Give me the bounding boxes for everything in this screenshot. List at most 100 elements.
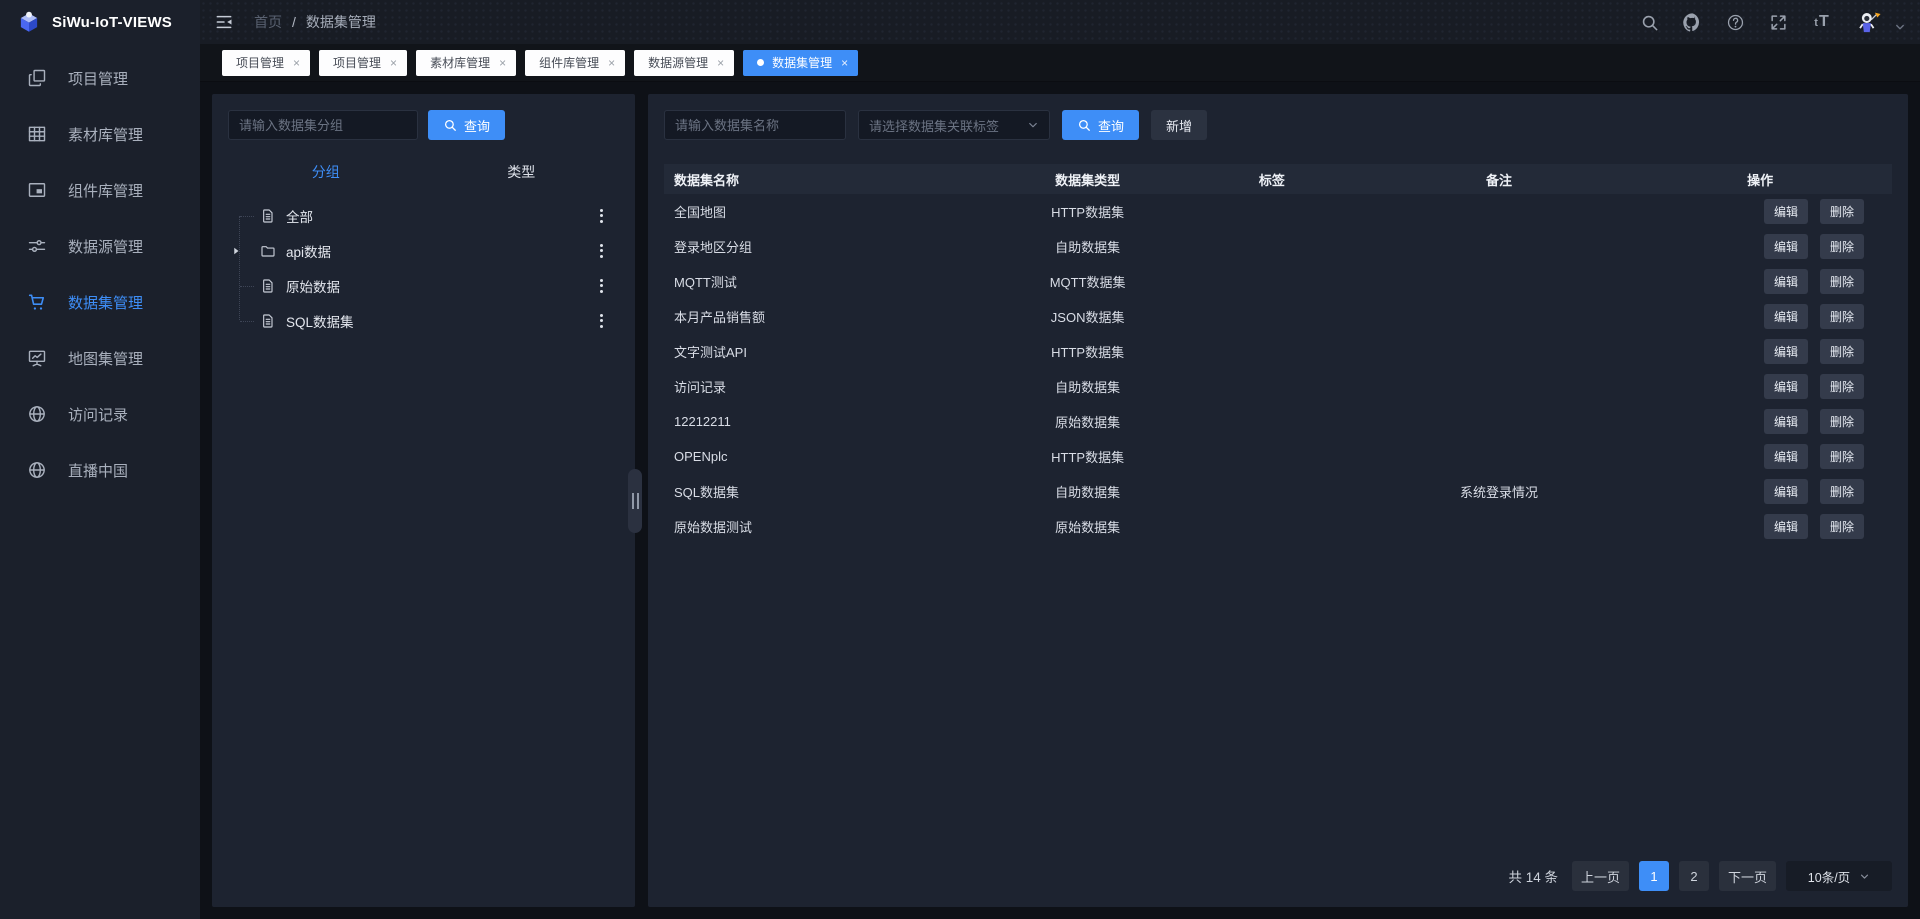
tree-node-raw-data[interactable]: 原始数据 bbox=[228, 268, 619, 303]
page-button-2[interactable]: 2 bbox=[1679, 861, 1709, 891]
delete-button[interactable]: 删除 bbox=[1820, 444, 1864, 469]
close-icon[interactable]: × bbox=[499, 57, 506, 69]
sidebar-item-assets[interactable]: 素材库管理 bbox=[0, 106, 200, 162]
dataset-type: 自助数据集 bbox=[983, 377, 1192, 396]
tree-tab-type[interactable]: 类型 bbox=[424, 162, 620, 182]
delete-button[interactable]: 删除 bbox=[1820, 199, 1864, 224]
help-icon[interactable] bbox=[1726, 13, 1745, 32]
close-icon[interactable]: × bbox=[390, 57, 397, 69]
close-icon[interactable]: × bbox=[717, 57, 724, 69]
tab-datasets[interactable]: 数据集管理 × bbox=[743, 50, 858, 76]
collapse-sidebar-icon[interactable] bbox=[214, 12, 234, 32]
caret-right-icon[interactable] bbox=[230, 245, 242, 257]
tree-node-all[interactable]: 全部 bbox=[228, 198, 619, 233]
search-icon[interactable] bbox=[1640, 13, 1659, 32]
close-icon[interactable]: × bbox=[841, 57, 848, 69]
dataset-search-input[interactable] bbox=[664, 110, 846, 140]
prev-page-button[interactable]: 上一页 bbox=[1572, 861, 1629, 891]
more-vertical-icon[interactable] bbox=[596, 240, 607, 262]
tab-project-2[interactable]: 项目管理 × bbox=[319, 50, 407, 76]
app-logo: SiWu-IoT-VIEWS bbox=[0, 0, 200, 44]
github-icon[interactable] bbox=[1683, 13, 1702, 32]
dataset-name: 本月产品销售额 bbox=[664, 307, 983, 326]
table-row: MQTT测试 MQTT数据集 编辑 删除 bbox=[664, 264, 1892, 299]
tab-project-1[interactable]: 项目管理 × bbox=[222, 50, 310, 76]
tree-tab-group[interactable]: 分组 bbox=[228, 162, 424, 182]
edit-button[interactable]: 编辑 bbox=[1764, 234, 1808, 259]
more-vertical-icon[interactable] bbox=[596, 275, 607, 297]
tab-bar: 项目管理 × 项目管理 × 素材库管理 × 组件库管理 × 数据源管理 × 数据… bbox=[200, 44, 1920, 82]
copy-icon bbox=[27, 68, 47, 88]
tree-node-sql-dataset[interactable]: SQL数据集 bbox=[228, 303, 619, 338]
delete-button[interactable]: 删除 bbox=[1820, 374, 1864, 399]
edit-button[interactable]: 编辑 bbox=[1764, 304, 1808, 329]
table-row: OPENplc HTTP数据集 编辑 删除 bbox=[664, 439, 1892, 474]
sidebar-item-label: 直播中国 bbox=[68, 460, 128, 481]
add-dataset-button[interactable]: 新增 bbox=[1151, 110, 1207, 140]
edit-button[interactable]: 编辑 bbox=[1764, 339, 1808, 364]
search-icon bbox=[1077, 118, 1091, 132]
close-icon[interactable]: × bbox=[293, 57, 300, 69]
edit-button[interactable]: 编辑 bbox=[1764, 479, 1808, 504]
row-actions: 编辑 删除 bbox=[1646, 444, 1892, 469]
more-vertical-icon[interactable] bbox=[596, 310, 607, 332]
sidebar-item-components[interactable]: 组件库管理 bbox=[0, 162, 200, 218]
tree-node-label: SQL数据集 bbox=[286, 311, 354, 331]
delete-button[interactable]: 删除 bbox=[1820, 234, 1864, 259]
group-search-button[interactable]: 查询 bbox=[428, 110, 505, 140]
sidebar-item-datasources[interactable]: 数据源管理 bbox=[0, 218, 200, 274]
user-avatar[interactable] bbox=[1855, 9, 1882, 36]
edit-button[interactable]: 编辑 bbox=[1764, 199, 1808, 224]
sidebar-item-datasets[interactable]: 数据集管理 bbox=[0, 274, 200, 330]
delete-button[interactable]: 删除 bbox=[1820, 514, 1864, 539]
edit-button[interactable]: 编辑 bbox=[1764, 374, 1808, 399]
table-row: 原始数据测试 原始数据集 编辑 删除 bbox=[664, 509, 1892, 544]
tab-components[interactable]: 组件库管理 × bbox=[525, 50, 625, 76]
delete-button[interactable]: 删除 bbox=[1820, 479, 1864, 504]
tab-label: 组件库管理 bbox=[539, 54, 599, 71]
tab-datasources[interactable]: 数据源管理 × bbox=[634, 50, 734, 76]
sidebar-item-live-china[interactable]: 直播中国 bbox=[0, 442, 200, 498]
breadcrumb-home[interactable]: 首页 bbox=[254, 12, 282, 32]
group-search-input[interactable] bbox=[228, 110, 418, 140]
sidebar-item-label: 素材库管理 bbox=[68, 124, 143, 145]
row-actions: 编辑 删除 bbox=[1646, 199, 1892, 224]
tree-node-api-data[interactable]: api数据 bbox=[228, 233, 619, 268]
tab-assets[interactable]: 素材库管理 × bbox=[416, 50, 516, 76]
table-header: 数据集名称数据集类型标签备注操作 bbox=[664, 164, 1892, 194]
dataset-name: 原始数据测试 bbox=[664, 517, 983, 536]
edit-button[interactable]: 编辑 bbox=[1764, 444, 1808, 469]
page-button-1[interactable]: 1 bbox=[1639, 861, 1669, 891]
edit-button[interactable]: 编辑 bbox=[1764, 514, 1808, 539]
next-page-button[interactable]: 下一页 bbox=[1719, 861, 1776, 891]
dataset-table: 数据集名称数据集类型标签备注操作 全国地图 HTTP数据集 编辑 删除 登录地区… bbox=[664, 164, 1892, 544]
edit-button[interactable]: 编辑 bbox=[1764, 269, 1808, 294]
edit-button[interactable]: 编辑 bbox=[1764, 409, 1808, 434]
delete-button[interactable]: 删除 bbox=[1820, 409, 1864, 434]
close-icon[interactable]: × bbox=[608, 57, 615, 69]
chevron-down-icon bbox=[1027, 119, 1039, 131]
pagination-total: 共 14 条 bbox=[1508, 866, 1558, 886]
row-actions: 编辑 删除 bbox=[1646, 269, 1892, 294]
page-size-select[interactable]: 10条/页 bbox=[1786, 861, 1892, 891]
font-size-icon[interactable]: tT bbox=[1812, 13, 1831, 32]
fullscreen-icon[interactable] bbox=[1769, 13, 1788, 32]
tag-select[interactable]: 请选择数据集关联标签 bbox=[858, 110, 1050, 140]
dataset-name: 文字测试API bbox=[664, 342, 983, 361]
table-row: 文字测试API HTTP数据集 编辑 删除 bbox=[664, 334, 1892, 369]
sidebar-item-label: 组件库管理 bbox=[68, 180, 143, 201]
folder-icon bbox=[260, 243, 276, 259]
chevron-down-icon[interactable] bbox=[1894, 21, 1906, 33]
sidebar-item-access-log[interactable]: 访问记录 bbox=[0, 386, 200, 442]
dataset-search-button[interactable]: 查询 bbox=[1062, 110, 1139, 140]
delete-button[interactable]: 删除 bbox=[1820, 269, 1864, 294]
more-vertical-icon[interactable] bbox=[596, 205, 607, 227]
dataset-type: HTTP数据集 bbox=[983, 202, 1192, 221]
delete-button[interactable]: 删除 bbox=[1820, 304, 1864, 329]
row-actions: 编辑 删除 bbox=[1646, 339, 1892, 364]
sidebar-item-project[interactable]: 项目管理 bbox=[0, 50, 200, 106]
group-search-button-label: 查询 bbox=[464, 116, 490, 135]
panel-collapse-handle[interactable] bbox=[628, 469, 642, 533]
sidebar-item-maps[interactable]: 地图集管理 bbox=[0, 330, 200, 386]
delete-button[interactable]: 删除 bbox=[1820, 339, 1864, 364]
